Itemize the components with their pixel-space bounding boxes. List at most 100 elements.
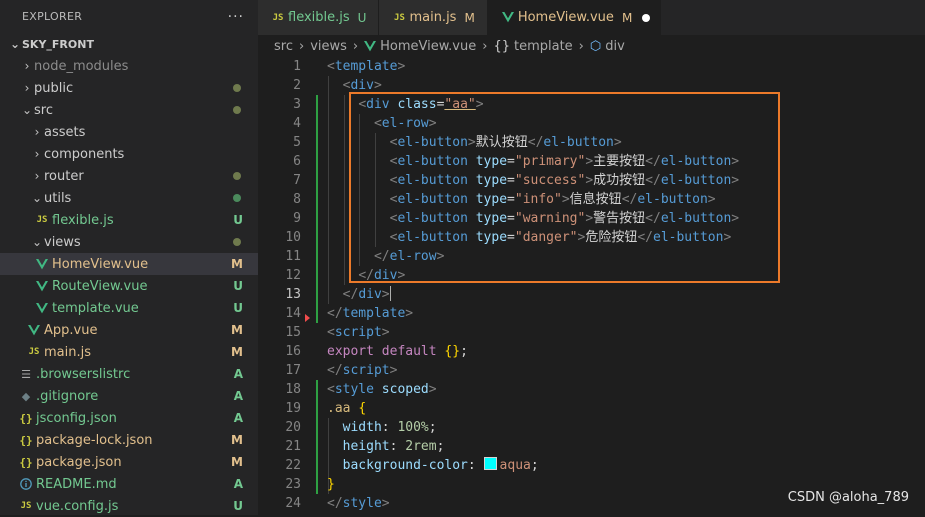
tree-item-main-js[interactable]: JS main.js M	[0, 341, 258, 363]
code-line: 15 <script>	[258, 323, 925, 342]
tree-item-jsconfig-json[interactable]: {} jsconfig.json A	[0, 407, 258, 429]
code-editor[interactable]: 1 <template> 2 <div> 3 <div class="aa"> 4…	[258, 57, 925, 515]
code-text: <el-button type="warning">警告按钮</el-butto…	[389, 211, 740, 226]
breadcrumb-template-label: template	[513, 38, 573, 54]
tree-item-label: utils	[44, 190, 72, 206]
code-text: </div>	[358, 268, 406, 283]
project-name: SKY_FRONT	[22, 37, 94, 51]
git-status-badge: U	[233, 279, 243, 293]
tree-item-public[interactable]: › public	[0, 77, 258, 99]
breadcrumb-file[interactable]: HomeView.vue	[364, 39, 476, 54]
project-root[interactable]: ⌄ SKY_FRONT	[0, 33, 258, 55]
line-number: 20	[285, 420, 301, 435]
tree-item-flexible-js[interactable]: JS flexible.js U	[0, 209, 258, 231]
line-number: 18	[285, 382, 301, 397]
tab-main-js[interactable]: JS main.js M	[379, 0, 488, 35]
code-line: 4 <el-row>	[258, 114, 925, 133]
code-text: </script>	[327, 363, 398, 378]
editor-tabs: JS flexible.js U JS main.js M HomeView.v…	[258, 0, 925, 35]
chevron-right-icon: ›	[24, 59, 30, 73]
code-line: 21 height: 2rem;	[258, 437, 925, 456]
tree-item-src[interactable]: ⌄ src	[0, 99, 258, 121]
more-actions-icon[interactable]: ···	[228, 9, 244, 25]
tab-label: main.js	[409, 10, 457, 25]
tree-item-package-lock-json[interactable]: {} package-lock.json M	[0, 429, 258, 451]
code-text: background-color: aqua;	[342, 457, 539, 473]
tree-item-assets[interactable]: › assets	[0, 121, 258, 143]
tree-item-views[interactable]: ⌄ views	[0, 231, 258, 253]
breadcrumb-div[interactable]: ⬡ div	[590, 39, 625, 54]
line-number: 8	[293, 192, 301, 207]
code-line: 11 </el-row>	[258, 247, 925, 266]
tree-item-label: components	[44, 146, 125, 162]
explorer-title: EXPLORER	[22, 10, 83, 23]
git-status-badge: U	[233, 499, 243, 513]
chevron-right-icon: ›	[34, 169, 40, 183]
tree-item-label: HomeView.vue	[52, 256, 149, 272]
color-swatch[interactable]	[483, 457, 497, 470]
git-status-badge: A	[233, 411, 243, 425]
code-text: .aa {	[327, 401, 367, 416]
tree-item-label: main.js	[44, 344, 91, 360]
git-status-badge: M	[231, 257, 243, 271]
line-number: 1	[293, 59, 301, 74]
tab-git-status: M	[621, 10, 633, 25]
tree-item-node-modules[interactable]: › node_modules	[0, 55, 258, 77]
tab-flexible-js[interactable]: JS flexible.js U	[258, 0, 380, 35]
code-line: 7 <el-button type="success">成功按钮</el-but…	[258, 171, 925, 190]
git-status-badge: M	[231, 323, 243, 337]
code-text: <el-row>	[373, 116, 437, 131]
javascript-file-icon: JS	[20, 501, 32, 511]
tree-item-components[interactable]: › components	[0, 143, 258, 165]
tree-item-template-vue[interactable]: template.vue U	[0, 297, 258, 319]
code-text: <el-button>默认按钮</el-button>	[389, 135, 622, 150]
tree-item-package-json[interactable]: {} package.json M	[0, 451, 258, 473]
changes-dot-icon	[233, 194, 241, 202]
line-number: 7	[293, 173, 301, 188]
tree-item-vue-config-js[interactable]: JS vue.config.js U	[0, 495, 258, 517]
unsaved-dot-icon[interactable]	[642, 13, 651, 22]
line-number: 15	[285, 325, 301, 340]
chevron-right-icon: ›	[24, 81, 30, 95]
watermark: CSDN @aloha_789	[787, 490, 909, 505]
code-line: 3 <div class="aa">	[258, 95, 925, 114]
breadcrumb-template[interactable]: {} template	[493, 39, 572, 54]
code-text: <el-button type="info">信息按钮</el-button>	[389, 192, 716, 207]
tab-git-status: M	[464, 10, 475, 25]
tree-item-label: public	[34, 80, 74, 96]
code-line: 5 <el-button>默认按钮</el-button>	[258, 133, 925, 152]
line-number: 9	[293, 211, 301, 226]
code-text: <div>	[342, 78, 382, 93]
line-number: 2	[293, 78, 301, 93]
tree-item-label: .gitignore	[36, 388, 99, 404]
git-status-badge: U	[233, 213, 243, 227]
changes-dot-icon	[233, 172, 241, 180]
chevron-right-icon: ›	[352, 38, 359, 54]
code-line: 9 <el-button type="warning">警告按钮</el-but…	[258, 209, 925, 228]
tree-item-routeview-vue[interactable]: RouteView.vue U	[0, 275, 258, 297]
javascript-file-icon: JS	[36, 215, 48, 225]
tree-item-readme-md[interactable]: README.md A	[0, 473, 258, 495]
tree-item-router[interactable]: › router	[0, 165, 258, 187]
line-number: 24	[285, 496, 301, 511]
code-line: 17 </script>	[258, 361, 925, 380]
code-line: 18 <style scoped>	[258, 380, 925, 399]
json-file-icon: {}	[19, 433, 33, 447]
explorer-sidebar: EXPLORER ··· ⌄ SKY_FRONT › node_modules ›…	[0, 0, 258, 515]
breadcrumb-src[interactable]: src	[274, 39, 293, 54]
line-number: 22	[285, 458, 301, 473]
code-text: width: 100%;	[342, 420, 437, 435]
tree-item-app-vue[interactable]: App.vue M	[0, 319, 258, 341]
tree-item-gitignore[interactable]: ◆ .gitignore A	[0, 385, 258, 407]
code-line: 14 </template>	[258, 304, 925, 323]
git-status-badge: A	[233, 477, 243, 491]
code-text: <el-button type="primary">主要按钮</el-butto…	[389, 154, 740, 169]
line-number: 6	[293, 154, 301, 169]
tree-item-homeview-vue[interactable]: HomeView.vue M	[0, 253, 258, 275]
tab-homeview-vue[interactable]: HomeView.vue M	[487, 0, 662, 35]
tree-item-browserslistrc[interactable]: ☰ .browserslistrc A	[0, 363, 258, 385]
tree-item-utils[interactable]: ⌄ utils	[0, 187, 258, 209]
line-number: 12	[285, 268, 301, 283]
git-file-icon: ◆	[21, 389, 31, 403]
breadcrumb-views[interactable]: views	[310, 39, 347, 54]
